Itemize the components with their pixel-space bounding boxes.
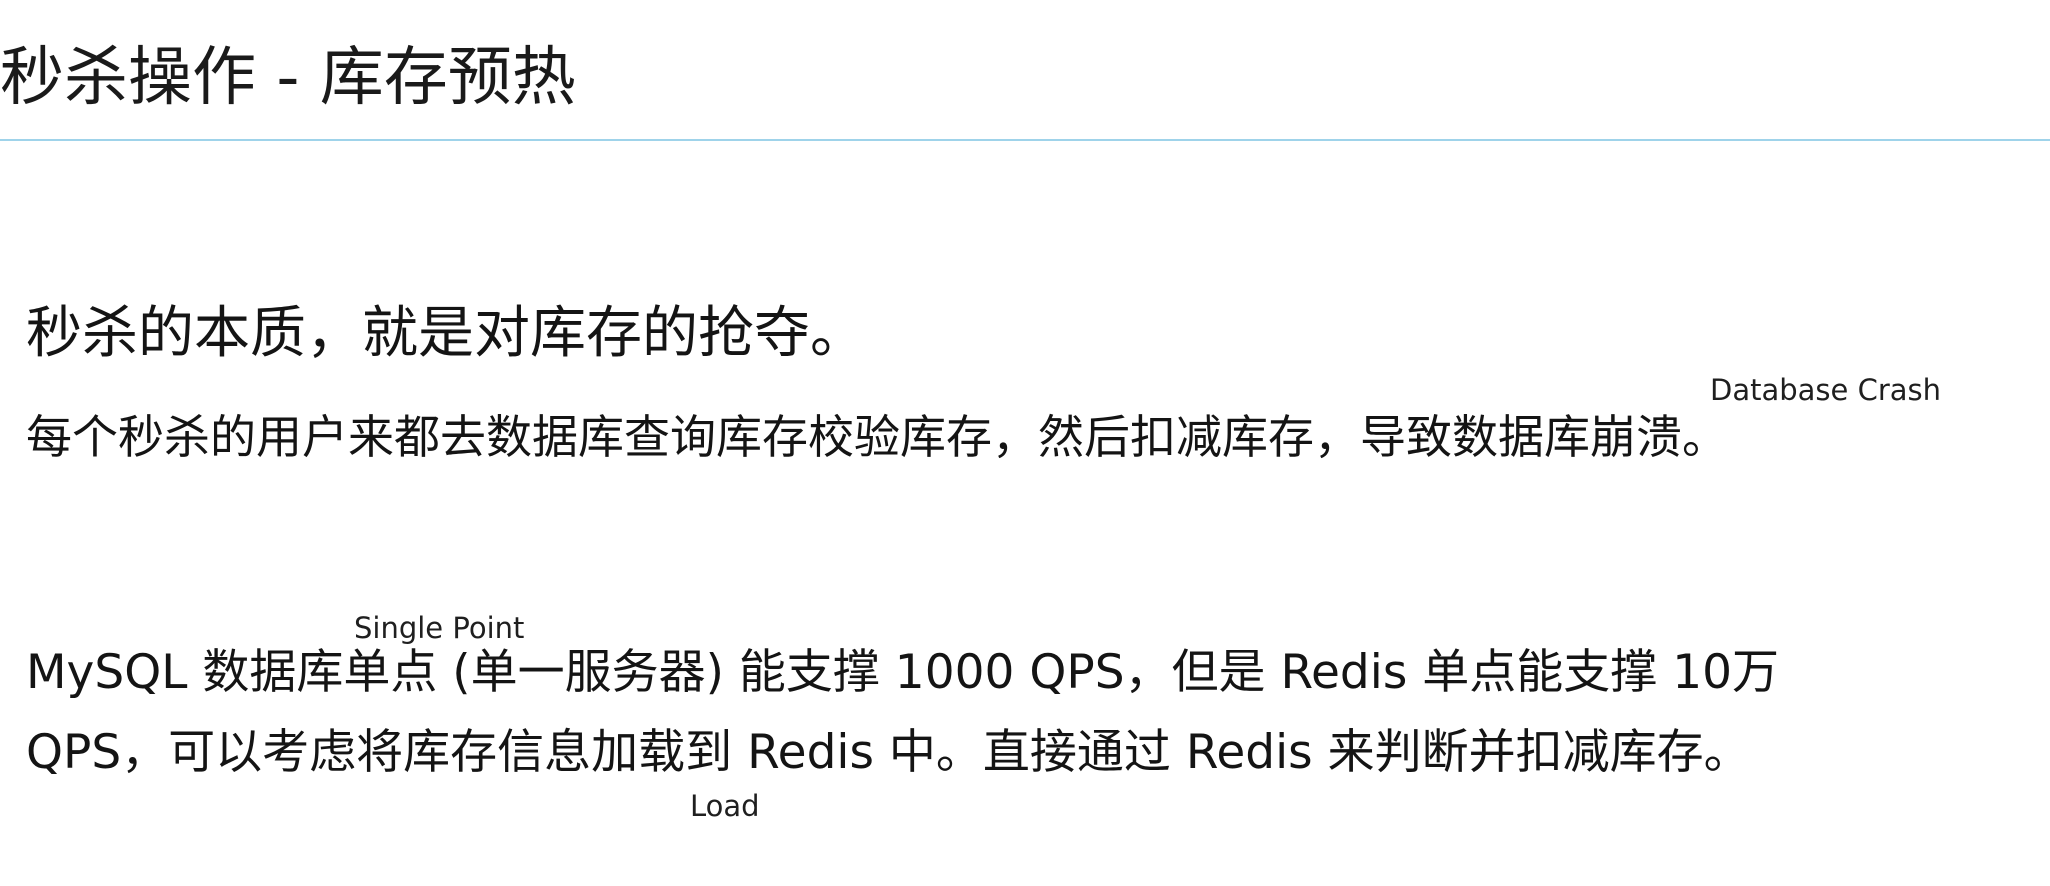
annotation-database-crash: Database Crash (1710, 373, 1942, 407)
annotation-load: Load (690, 789, 760, 823)
body-text-line-2: QPS，可以考虑将库存信息加载到 Redis 中。直接通过 Redis 来判断并… (26, 725, 1751, 780)
body-text-line-1: MySQL 数据库单点 (单一服务器) 能支撑 1000 QPS，但是 Redi… (26, 645, 1779, 700)
title-divider (0, 139, 2050, 141)
slide-title: 秒杀操作 - 库存预热 (0, 41, 576, 115)
slide-heading: 秒杀的本质，就是对库存的抢夺。 (26, 301, 866, 366)
slide-description: 每个秒杀的用户来都去数据库查询库存校验库存，然后扣减库存，导致数据库崩溃。 (26, 410, 1728, 464)
